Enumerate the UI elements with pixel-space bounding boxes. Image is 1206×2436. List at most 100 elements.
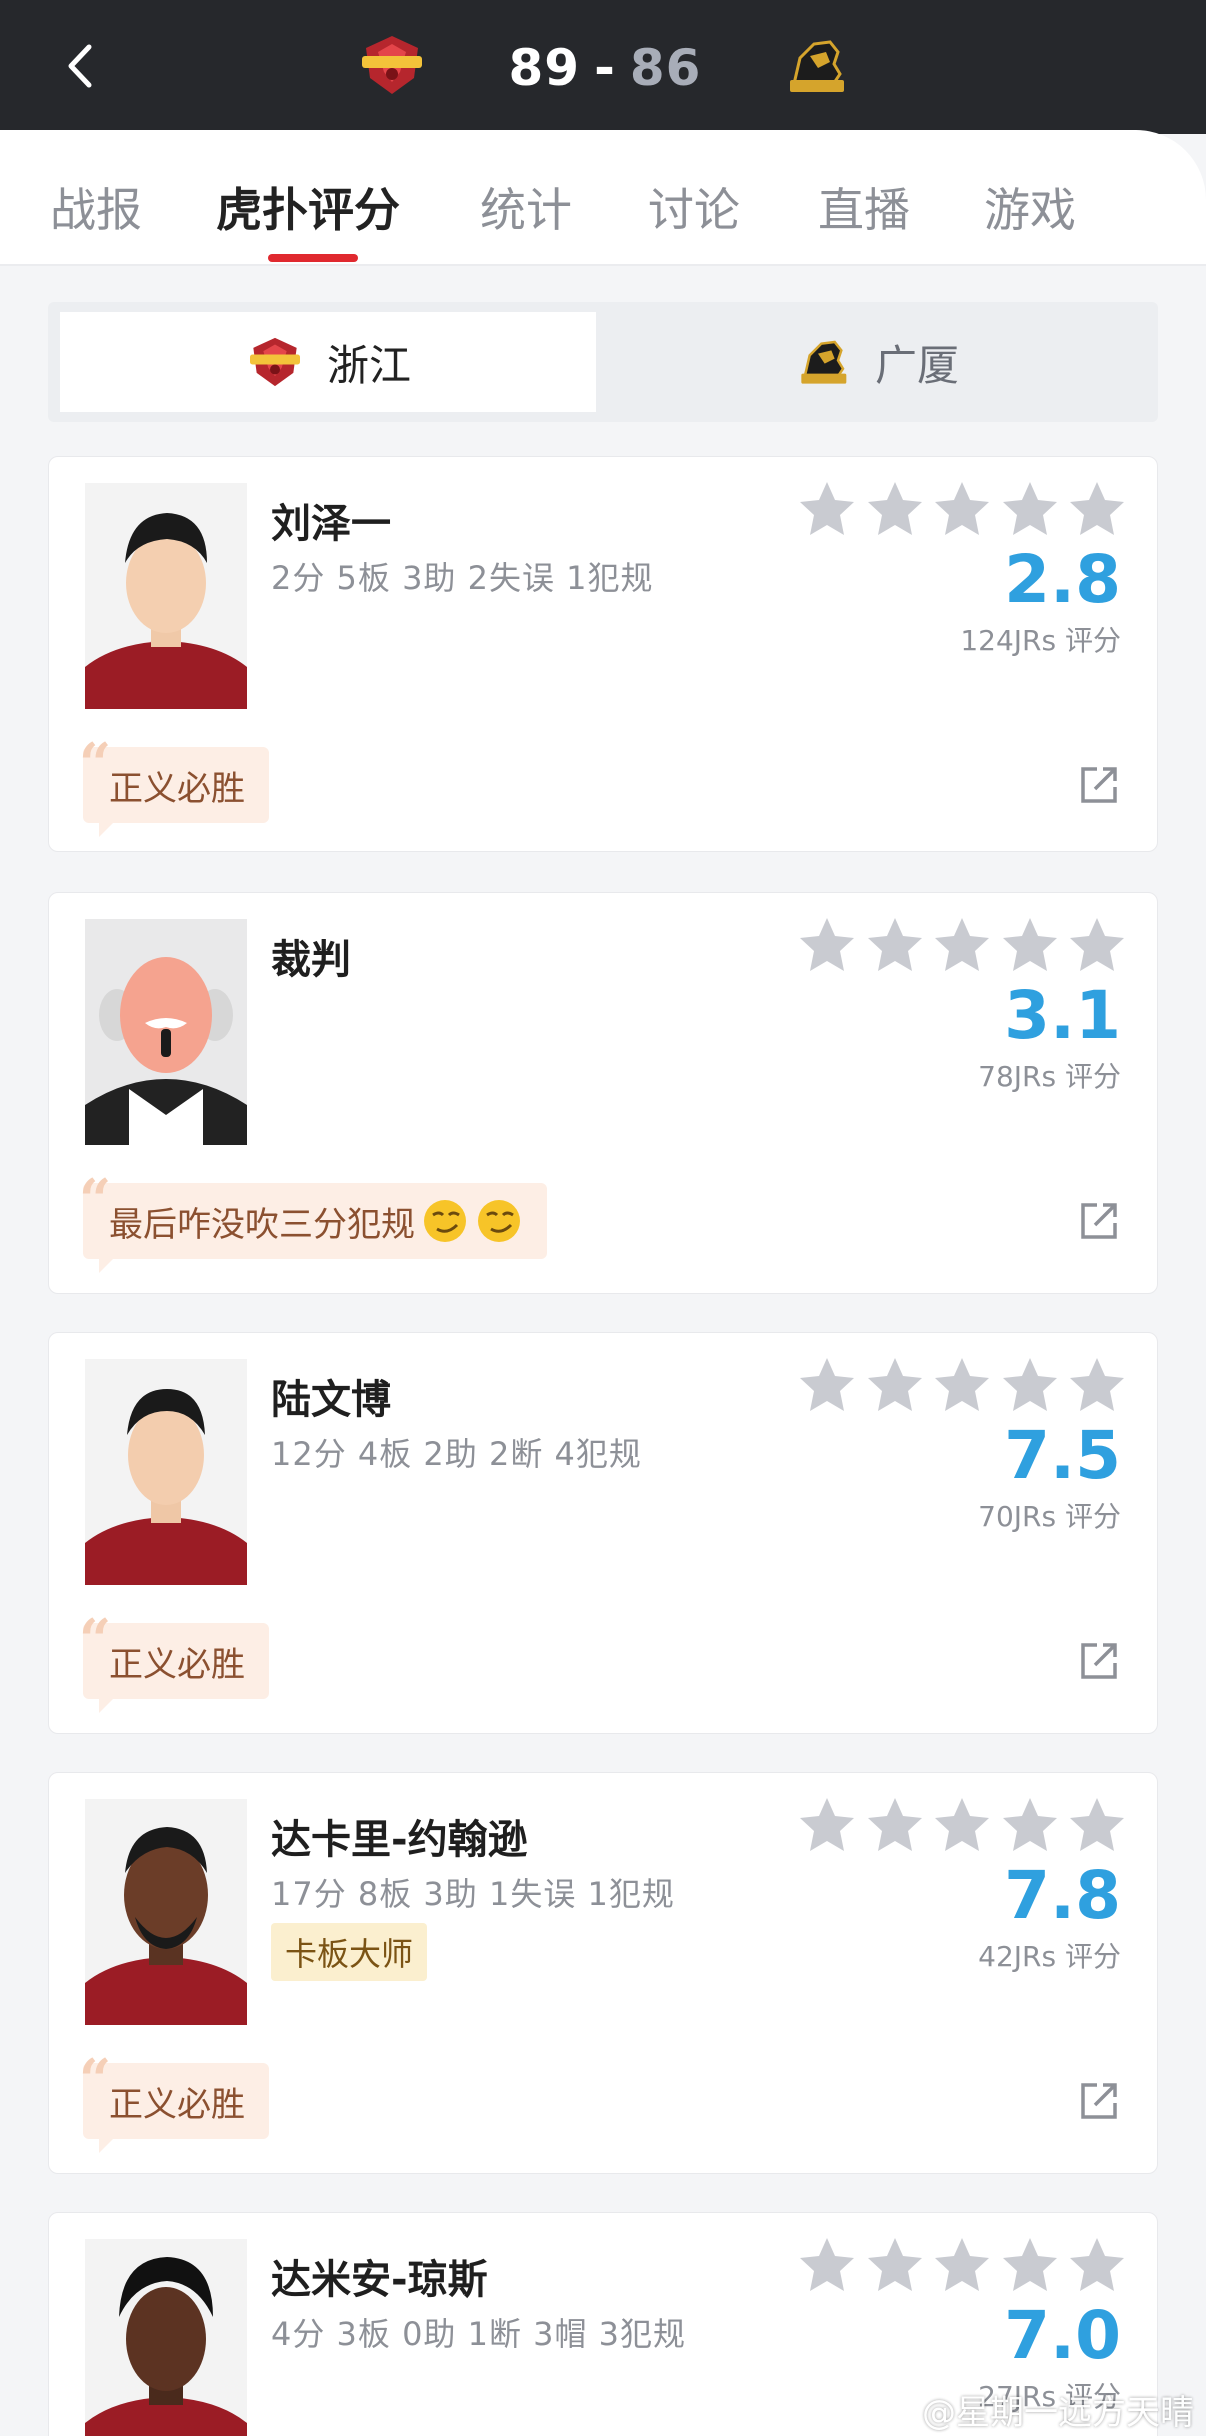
tab-games[interactable]: 游戏 xyxy=(984,174,1076,244)
player-photo xyxy=(85,1799,247,2025)
quote-icon: “ xyxy=(79,1167,112,1233)
star-icon[interactable] xyxy=(865,915,925,975)
star-icon[interactable] xyxy=(932,915,992,975)
tab-stats[interactable]: 统计 xyxy=(480,174,572,244)
active-tab-indicator xyxy=(268,254,358,262)
top-comment-text: 正义必胜 xyxy=(109,1644,245,1685)
player-rating-card[interactable]: 达卡里-约翰逊 17分 8板 3助 1失误 1犯规 卡板大师 7.8 42JRs… xyxy=(48,1772,1158,2174)
chevron-left-icon xyxy=(68,44,92,88)
average-rating: 7.5 xyxy=(1004,1417,1121,1494)
top-comment-text: 正义必胜 xyxy=(109,2084,245,2125)
star-icon[interactable] xyxy=(1067,479,1127,539)
player-name: 陆文博 xyxy=(271,1377,391,1423)
player-stats: 4分 3板 0助 1断 3帽 3犯规 xyxy=(271,2315,687,2353)
quote-icon: “ xyxy=(79,2047,112,2113)
scoreboard: 89 - 86 xyxy=(500,36,710,100)
player-name: 裁判 xyxy=(271,937,351,983)
average-rating: 7.8 xyxy=(1004,1857,1121,1934)
team-toggle-home[interactable]: 浙江 xyxy=(60,312,596,412)
top-comment-text: 正义必胜 xyxy=(109,768,245,809)
star-rating-input[interactable] xyxy=(797,1795,1127,1861)
player-stats: 2分 5板 3助 2失误 1犯规 xyxy=(271,559,654,597)
referee-illustration xyxy=(85,919,247,1145)
star-icon[interactable] xyxy=(865,2235,925,2295)
star-icon[interactable] xyxy=(797,1355,857,1415)
top-comment[interactable]: “ 正义必胜 xyxy=(79,731,269,837)
team-switcher: 浙江 广厦 xyxy=(48,302,1158,422)
rating-count: 78JRs 评分 xyxy=(978,1060,1121,1093)
star-icon[interactable] xyxy=(1067,1355,1127,1415)
share-icon[interactable] xyxy=(1077,1199,1121,1243)
share-icon[interactable] xyxy=(1077,2079,1121,2123)
star-icon[interactable] xyxy=(1067,1795,1127,1855)
away-team-logo-small xyxy=(801,340,847,384)
star-icon[interactable] xyxy=(797,915,857,975)
share-icon[interactable] xyxy=(1077,1639,1121,1683)
game-header: 89 - 86 xyxy=(0,0,1206,134)
star-icon[interactable] xyxy=(797,2235,857,2295)
rating-count: 124JRs 评分 xyxy=(960,624,1121,657)
star-rating-input[interactable] xyxy=(797,479,1127,545)
player-rating-card[interactable]: 刘泽一 2分 5板 3助 2失误 1犯规 2.8 124JRs 评分 “ 正义必… xyxy=(48,456,1158,852)
rating-count: 42JRs 评分 xyxy=(978,1940,1121,1973)
tab-live[interactable]: 直播 xyxy=(818,174,910,244)
star-rating-input[interactable] xyxy=(797,2235,1127,2301)
home-team-logo[interactable] xyxy=(356,32,428,98)
star-icon[interactable] xyxy=(797,479,857,539)
star-icon[interactable] xyxy=(1000,915,1060,975)
star-icon[interactable] xyxy=(1067,2235,1127,2295)
tab-hupu-rating[interactable]: 虎扑评分 xyxy=(216,174,400,244)
player-rating-card[interactable]: 裁判 3.1 78JRs 评分 “ 最后咋没吹三分犯规 xyxy=(48,892,1158,1294)
star-icon[interactable] xyxy=(1000,1355,1060,1415)
star-icon[interactable] xyxy=(932,1355,992,1415)
player-avatar xyxy=(85,1799,247,2025)
player-avatar xyxy=(85,2239,247,2436)
average-rating: 7.0 xyxy=(1004,2297,1121,2374)
score-separator: - xyxy=(594,39,616,97)
star-icon[interactable] xyxy=(1000,1795,1060,1855)
team-toggle-away-label: 广厦 xyxy=(874,340,959,390)
star-rating-input[interactable] xyxy=(797,1355,1127,1421)
star-icon[interactable] xyxy=(865,1795,925,1855)
referee-avatar xyxy=(85,919,247,1145)
player-stats: 12分 4板 2助 2断 4犯规 xyxy=(271,1435,642,1473)
player-name: 达卡里-约翰逊 xyxy=(271,1817,528,1863)
average-rating: 3.1 xyxy=(1004,977,1121,1054)
star-icon[interactable] xyxy=(932,479,992,539)
player-name: 达米安-琼斯 xyxy=(271,2257,488,2303)
player-rating-card[interactable]: 陆文博 12分 4板 2助 2断 4犯规 7.5 70JRs 评分 “ 正义必胜 xyxy=(48,1332,1158,1734)
team-toggle-home-label: 浙江 xyxy=(326,340,411,390)
back-button[interactable] xyxy=(50,36,110,96)
star-icon[interactable] xyxy=(1067,915,1127,975)
star-icon[interactable] xyxy=(797,1795,857,1855)
share-icon[interactable] xyxy=(1077,763,1121,807)
star-icon[interactable] xyxy=(932,2235,992,2295)
star-icon[interactable] xyxy=(1000,479,1060,539)
star-rating-input[interactable] xyxy=(797,915,1127,981)
player-photo xyxy=(85,2239,247,2436)
star-icon[interactable] xyxy=(1000,2235,1060,2295)
star-icon[interactable] xyxy=(865,1355,925,1415)
away-score: 86 xyxy=(629,39,702,97)
team-toggle-away[interactable]: 广厦 xyxy=(608,312,1144,412)
top-comment[interactable]: “ 最后咋没吹三分犯规 xyxy=(79,1167,547,1273)
player-avatar xyxy=(85,1359,247,1585)
home-team-logo-small xyxy=(249,337,300,387)
player-stats: 17分 8板 3助 1失误 1犯规 xyxy=(271,1875,675,1913)
star-icon[interactable] xyxy=(865,479,925,539)
tab-discussion[interactable]: 讨论 xyxy=(648,174,740,244)
average-rating: 2.8 xyxy=(1004,541,1121,618)
top-comment[interactable]: “ 正义必胜 xyxy=(79,2047,269,2153)
player-photo xyxy=(85,1359,247,1585)
weibo-watermark: @星期一远方天晴 xyxy=(922,2393,1194,2433)
quote-icon: “ xyxy=(79,1607,112,1673)
top-comment[interactable]: “ 正义必胜 xyxy=(79,1607,269,1713)
home-score: 89 xyxy=(508,39,581,97)
star-icon[interactable] xyxy=(932,1795,992,1855)
rating-count: 70JRs 评分 xyxy=(978,1500,1121,1533)
tab-report[interactable]: 战报 xyxy=(50,174,142,244)
away-team-logo[interactable] xyxy=(780,34,852,98)
smirk-emoji-icon xyxy=(424,1200,466,1242)
smirk-emoji-icon xyxy=(478,1200,520,1242)
player-avatar xyxy=(85,483,247,709)
